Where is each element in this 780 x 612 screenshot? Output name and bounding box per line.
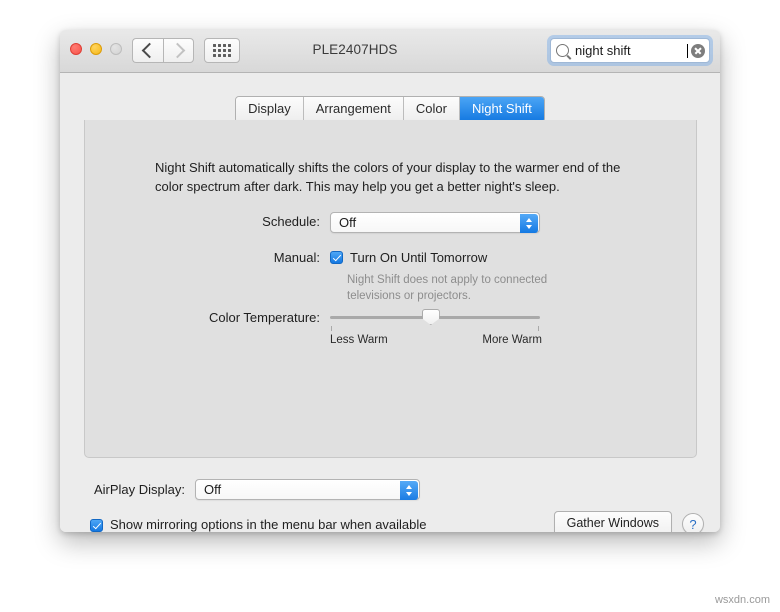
slider-end-labels: Less Warm More Warm (330, 334, 542, 346)
tab-bar: Display Arrangement Color Night Shift (60, 96, 720, 123)
show-mirroring-options-checkbox[interactable]: Show mirroring options in the menu bar w… (90, 516, 427, 533)
turn-on-until-tomorrow-label: Turn On Until Tomorrow (350, 250, 488, 265)
manual-label: Manual: (273, 250, 320, 265)
schedule-popup-button[interactable]: Off (330, 212, 540, 233)
airplay-display-value: Off (204, 482, 222, 497)
night-shift-panel: Night Shift automatically shifts the col… (84, 120, 697, 458)
clear-search-icon[interactable] (691, 43, 705, 58)
turn-on-until-tomorrow-checkbox[interactable]: Turn On Until Tomorrow (330, 248, 487, 267)
slider-thumb[interactable] (421, 309, 440, 325)
chevron-updown-icon[interactable] (400, 481, 418, 500)
search-field[interactable]: night shift (550, 38, 710, 63)
footer-row: Show mirroring options in the menu bar w… (80, 511, 704, 532)
slider-min-label: Less Warm (330, 334, 388, 346)
airplay-display-row: AirPlay Display: Off (80, 479, 420, 500)
tab-color[interactable]: Color (403, 97, 460, 122)
manual-row: Manual: Turn On Until Tomorrow (145, 248, 488, 268)
airplay-display-popup-button[interactable]: Off (195, 479, 420, 500)
search-input[interactable]: night shift (575, 43, 687, 58)
help-button[interactable]: ? (682, 513, 704, 532)
slider-max-label: More Warm (482, 334, 542, 346)
gather-windows-button[interactable]: Gather Windows (553, 511, 672, 532)
watermark: wsxdn.com (714, 594, 770, 606)
show-mirroring-options-label: Show mirroring options in the menu bar w… (110, 516, 427, 532)
tab-display[interactable]: Display (236, 97, 304, 122)
schedule-value: Off (339, 215, 357, 230)
text-cursor (687, 43, 688, 58)
schedule-label: Schedule: (262, 214, 320, 229)
window-body: Display Arrangement Color Night Shift Ni… (60, 73, 720, 532)
slider-tick-min (331, 326, 332, 331)
system-preferences-window: PLE2407HDS night shift Display Arrangeme… (60, 30, 720, 532)
checkmark-icon[interactable] (330, 251, 343, 264)
slider-tick-max (538, 326, 539, 331)
checkmark-icon[interactable] (90, 518, 103, 532)
airplay-display-label: AirPlay Display: (93, 481, 185, 497)
window-titlebar: PLE2407HDS night shift (60, 30, 720, 73)
tab-night-shift[interactable]: Night Shift (459, 97, 544, 122)
night-shift-description: Night Shift automatically shifts the col… (155, 160, 621, 194)
chevron-updown-icon[interactable] (520, 214, 538, 233)
schedule-row: Schedule: Off (145, 212, 540, 233)
color-temperature-label: Color Temperature: (208, 310, 320, 325)
search-icon (556, 44, 569, 57)
tab-arrangement[interactable]: Arrangement (303, 97, 404, 122)
color-temperature-row: Color Temperature: Less Warm More Warm (145, 308, 542, 346)
tab-group: Display Arrangement Color Night Shift (235, 96, 545, 123)
manual-note: Night Shift does not apply to connected … (347, 274, 548, 302)
